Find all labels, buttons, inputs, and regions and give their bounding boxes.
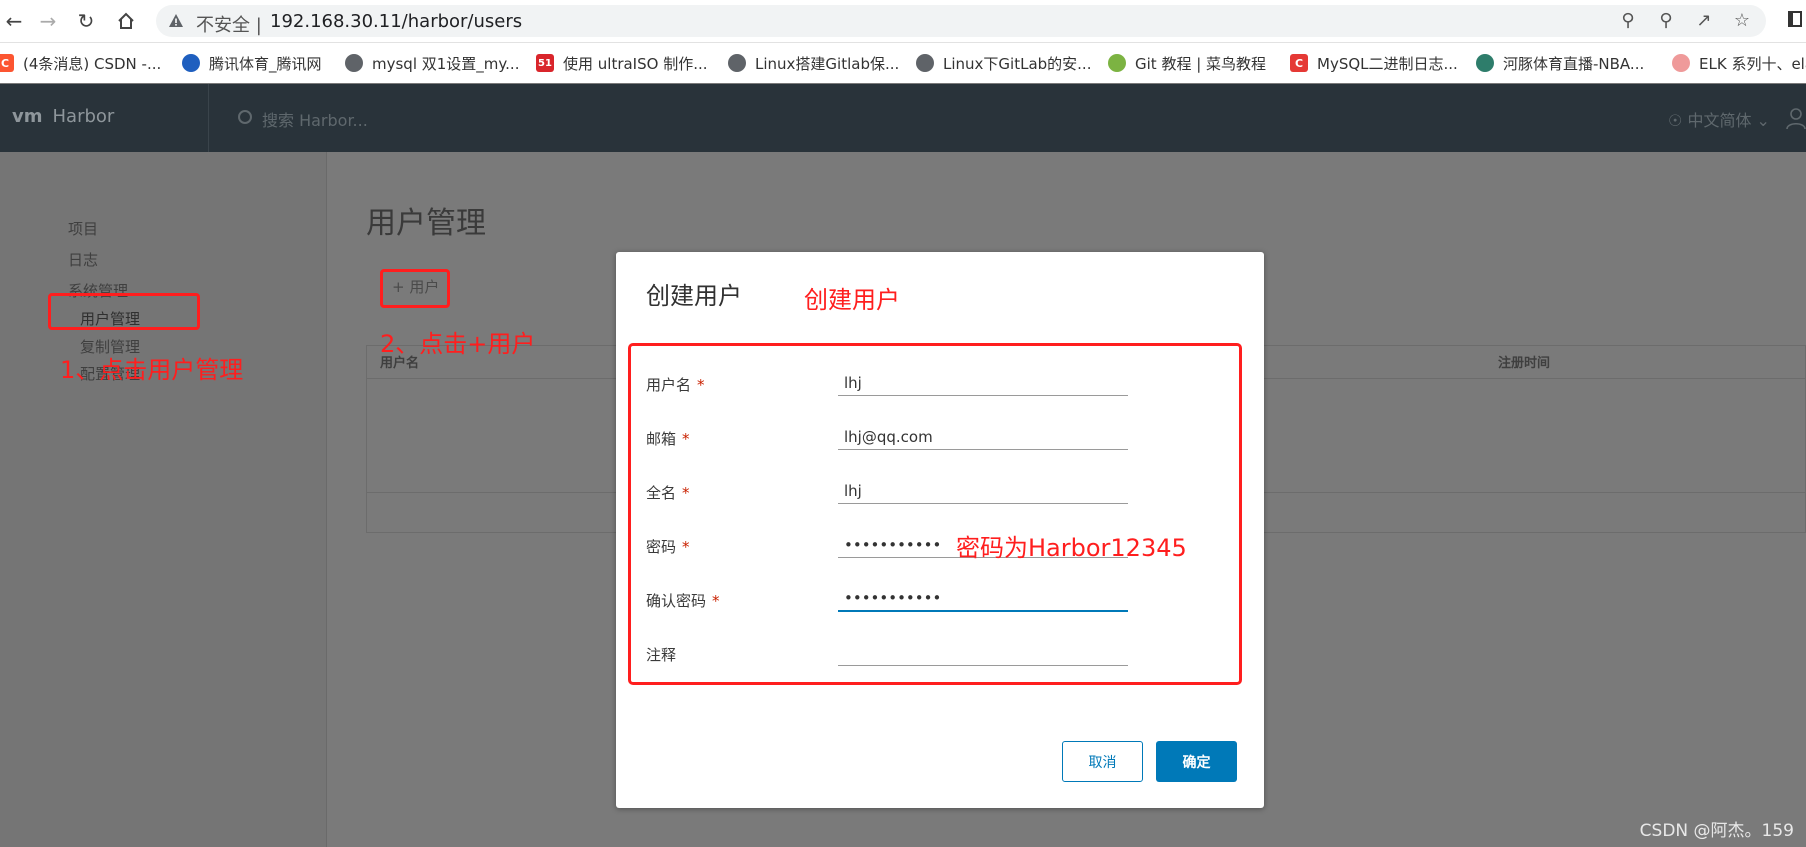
annotation-create-user: 创建用户 [804, 286, 900, 314]
bookmark-label: Linux下GitLab的安... [943, 54, 1092, 73]
required-mark: * [712, 592, 720, 610]
tencent-sports-icon [182, 54, 200, 72]
bookmark-item[interactable]: mysql 双1设置_my... [345, 52, 519, 74]
bookmark-label: 使用 ultraISO 制作... [563, 54, 708, 73]
back-arrow-icon[interactable]: ← [0, 7, 28, 35]
email-label: 邮箱 * [646, 428, 690, 449]
bookmark-item[interactable]: 腾讯体育_腾讯网 [182, 52, 322, 74]
label-text: 注释 [646, 646, 677, 664]
reload-icon[interactable]: ↻ [72, 7, 100, 35]
email-input[interactable] [838, 424, 1128, 450]
bookmark-label: (4条消息) CSDN -... [23, 54, 162, 73]
globe-icon [916, 54, 934, 72]
sidebar [0, 152, 327, 847]
page-title: 用户管理 [366, 206, 486, 241]
fullname-input[interactable] [838, 478, 1128, 504]
fullname-label: 全名 * [646, 482, 690, 503]
comment-label: 注释 [646, 644, 682, 665]
side-panel-icon[interactable] [1788, 11, 1802, 27]
confirm-button[interactable]: 确定 [1156, 741, 1237, 782]
required-mark: * [682, 484, 690, 502]
required-mark: * [697, 376, 705, 394]
url-text[interactable]: 192.168.30.11/harbor/users [270, 11, 522, 32]
bookmarks-bar: C (4条消息) CSDN -... 腾讯体育_腾讯网 mysql 双1设置_m… [0, 43, 1806, 83]
bookmark-label: MySQL二进制日志... [1317, 54, 1458, 73]
bookmark-item[interactable]: Git 教程 | 菜鸟教程 [1108, 52, 1266, 74]
csdn-icon: C [1290, 54, 1308, 72]
vm-logo-mark: vm [12, 106, 43, 127]
username-label: 用户名 * [646, 374, 705, 395]
site51-icon: 51 [536, 54, 554, 72]
dialog-title: 创建用户 [646, 282, 742, 310]
annotation-password-note: 密码为Harbor12345 [956, 534, 1187, 562]
runoob-icon [1108, 54, 1126, 72]
required-mark: * [682, 430, 690, 448]
annotation-step2: 2、点击+用户 [380, 330, 536, 358]
confirm-password-label: 确认密码 * [646, 590, 720, 611]
label-text: 用户名 [646, 376, 692, 394]
annotation-box-add-user [380, 269, 450, 308]
key-icon[interactable]: ⚲ [1618, 11, 1638, 31]
bookmark-item[interactable]: C (4条消息) CSDN -... [0, 52, 161, 74]
logo-text: Harbor [52, 106, 115, 127]
bookmark-label: Linux搭建Gitlab保... [755, 54, 900, 73]
annotation-step1: 1、点击用户管理 [60, 356, 244, 384]
cancel-button[interactable]: 取消 [1062, 741, 1143, 782]
bookmark-label: 腾讯体育_腾讯网 [209, 54, 322, 73]
language-label: 中文简体 ⌄ [1687, 111, 1770, 130]
pin-icon [1672, 54, 1690, 72]
insecure-label: 不安全 | [196, 15, 262, 36]
label-text: 密码 [646, 538, 677, 556]
share-icon[interactable]: ↗ [1694, 11, 1714, 31]
header-divider [208, 84, 209, 152]
bookmark-item[interactable]: Linux下GitLab的安... [916, 52, 1091, 74]
sidebar-item-logs[interactable]: 日志 [68, 249, 98, 270]
bookmark-item[interactable]: Linux搭建Gitlab保... [728, 52, 899, 74]
bookmark-label: 河豚体育直播-NBA... [1503, 54, 1645, 73]
bookmark-item[interactable]: ELK 系列十、ela [1672, 52, 1806, 74]
globe-icon [728, 54, 746, 72]
label-text: 全名 [646, 484, 677, 502]
create-user-dialog: 创建用户 创建用户 用户名 * 邮箱 * 全名 * 密码 * 确认密码 * 注释 密码为H… [616, 252, 1264, 808]
browser-toolbar: ← → ↻ 不安全 | 192.168.30.11/harbor/users ⚲… [0, 0, 1806, 43]
bookmark-label: Git 教程 | 菜鸟教程 [1135, 54, 1267, 73]
comment-input[interactable] [838, 640, 1128, 666]
star-icon[interactable]: ☆ [1732, 11, 1752, 31]
confirm-password-input[interactable] [838, 586, 1128, 612]
required-mark: * [682, 538, 690, 556]
password-label: 密码 * [646, 536, 690, 557]
column-header-registration-time[interactable]: 注册时间 [1498, 352, 1550, 371]
forward-arrow-icon[interactable]: → [34, 7, 62, 35]
search-icon [238, 110, 252, 124]
sidebar-item-projects[interactable]: 项目 [68, 218, 98, 239]
bookmark-label: ELK 系列十、ela [1699, 54, 1806, 73]
user-icon[interactable] [1786, 108, 1806, 130]
label-text: 邮箱 [646, 430, 677, 448]
hetun-icon [1476, 54, 1494, 72]
bookmark-item[interactable]: C MySQL二进制日志... [1290, 52, 1458, 74]
globe-icon [345, 54, 363, 72]
global-search-input[interactable]: 搜索 Harbor... [262, 107, 368, 131]
warning-icon[interactable] [168, 13, 184, 29]
bookmark-item[interactable]: 51 使用 ultraISO 制作... [536, 52, 708, 74]
csdn-watermark: CSDN @阿杰。159 [1639, 821, 1794, 841]
address-bar[interactable]: 不安全 | 192.168.30.11/harbor/users ⚲ ⚲ ↗ ☆ [156, 5, 1766, 37]
annotation-box-user-management [48, 293, 200, 330]
username-input[interactable] [838, 370, 1128, 396]
csdn-icon: C [0, 54, 14, 72]
language-switcher[interactable]: ☉ 中文简体 ⌄ [1668, 107, 1770, 131]
bookmark-label: mysql 双1设置_my... [372, 54, 520, 73]
zoom-icon[interactable]: ⚲ [1656, 11, 1676, 31]
bookmark-item[interactable]: 河豚体育直播-NBA... [1476, 52, 1644, 74]
harbor-logo[interactable]: vm Harbor [12, 106, 114, 127]
globe-icon: ☉ [1668, 111, 1688, 130]
home-icon[interactable] [112, 7, 140, 35]
label-text: 确认密码 [646, 592, 707, 610]
